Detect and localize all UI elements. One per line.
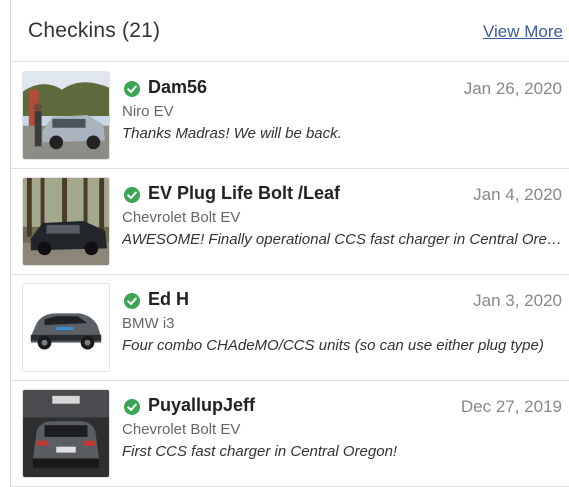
checkin-photo[interactable] [22,177,110,266]
checkin-photo[interactable] [22,389,110,478]
checkin-user[interactable]: EV Plug Life Bolt /Leaf [148,183,340,204]
checkin-user[interactable]: Dam56 [148,77,207,98]
photo-car-in-garage [23,390,109,477]
verified-check-icon [124,187,140,203]
verified-check-icon [124,81,140,97]
verified-check-icon [124,293,140,309]
checkin-date: Jan 26, 2020 [463,79,562,98]
checkin-vehicle: Niro EV [122,103,174,120]
checkin-comment: Thanks Madras! We will be back. [122,125,342,142]
checkin-comment: AWESOME! Finally operational CCS fast ch… [122,231,564,248]
checkin-vehicle: Chevrolet Bolt EV [122,209,241,226]
view-more-link[interactable]: View More [483,22,563,42]
checkin-row[interactable]: PuyallupJeff Dec 27, 2019 Chevrolet Bolt… [11,381,569,487]
checkin-date: Jan 4, 2020 [473,185,562,204]
checkin-user[interactable]: Ed H [148,289,189,310]
checkin-row[interactable]: Dam56 Jan 26, 2020 Niro EV Thanks Madras… [11,63,569,169]
checkin-photo[interactable] [22,283,110,372]
checkin-row[interactable]: EV Plug Life Bolt /Leaf Jan 4, 2020 Chev… [11,169,569,275]
checkin-vehicle: Chevrolet Bolt EV [122,421,241,438]
checkin-comment: First CCS fast charger in Central Oregon… [122,443,398,460]
checkin-user[interactable]: PuyallupJeff [148,395,255,416]
checkin-photo[interactable] [22,71,110,160]
checkins-title: Checkins (21) [28,19,161,42]
checkins-panel: Checkins (21) View More Dam56 Jan 26, 20… [10,0,569,487]
photo-car-at-charger [23,72,109,159]
checkin-row[interactable]: Ed H Jan 3, 2020 BMW i3 Four combo CHAde… [11,275,569,381]
checkin-date: Jan 3, 2020 [473,291,562,310]
checkins-header: Checkins (21) View More [11,0,569,62]
verified-check-icon [124,399,140,415]
checkin-vehicle: BMW i3 [122,315,175,332]
checkin-comment: Four combo CHAdeMO/CCS units (so can use… [122,337,544,354]
photo-bmw-i3 [23,284,109,371]
checkin-date: Dec 27, 2019 [460,397,562,416]
photo-car-in-forest [23,178,109,265]
